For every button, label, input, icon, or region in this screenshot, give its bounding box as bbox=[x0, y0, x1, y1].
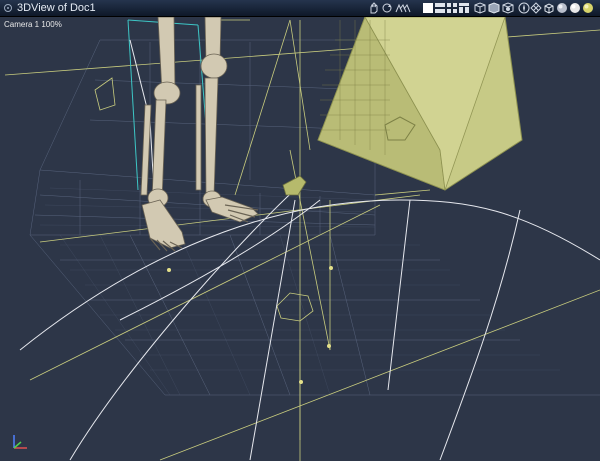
render-mode-icon[interactable] bbox=[502, 2, 514, 14]
shaded-sphere-icon[interactable] bbox=[556, 2, 568, 14]
axis-gizmo-icon bbox=[13, 435, 27, 449]
render-mode-icon[interactable] bbox=[488, 2, 500, 14]
preview-sphere-icon[interactable] bbox=[582, 2, 594, 14]
rotate-icon[interactable] bbox=[381, 2, 393, 14]
3d-view-window: 3DView of Doc1 Camera 1 100% bbox=[0, 0, 600, 461]
window-title: 3DView of Doc1 bbox=[17, 2, 96, 14]
single-view-icon[interactable] bbox=[422, 2, 434, 14]
title-bar[interactable]: 3DView of Doc1 bbox=[0, 0, 600, 17]
grid-icon[interactable] bbox=[530, 2, 542, 14]
render-mode-icon[interactable] bbox=[474, 2, 486, 14]
smooth-sphere-icon[interactable] bbox=[569, 2, 581, 14]
hand-icon[interactable] bbox=[368, 2, 380, 14]
camera-label: Camera 1 100% bbox=[4, 20, 62, 29]
multi-view-icon[interactable] bbox=[458, 2, 470, 14]
split-view-icon[interactable] bbox=[434, 2, 446, 14]
3d-viewport[interactable] bbox=[0, 17, 600, 461]
quad-view-icon[interactable] bbox=[446, 2, 458, 14]
wireframe-cube-icon[interactable] bbox=[543, 2, 555, 14]
close-icon[interactable] bbox=[4, 4, 12, 12]
compass-icon[interactable] bbox=[518, 2, 530, 14]
walk-icon[interactable] bbox=[394, 2, 412, 14]
